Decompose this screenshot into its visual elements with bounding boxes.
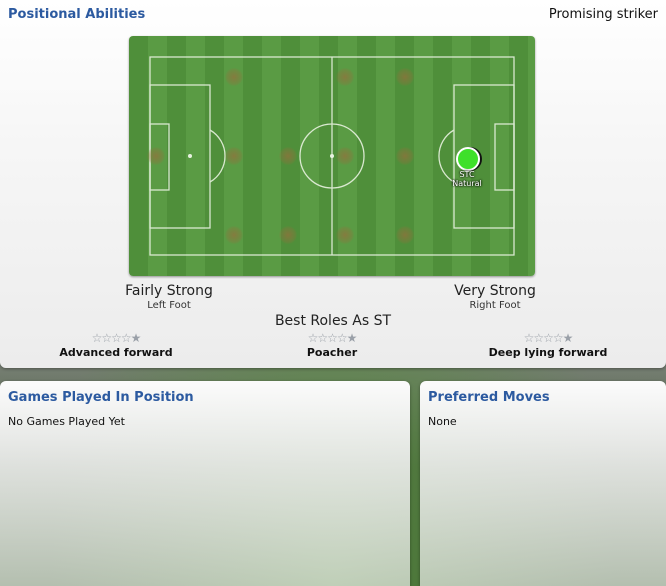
star-rating-icon: ☆☆☆☆★: [307, 331, 358, 345]
positional-abilities-panel: Positional Abilities Promising striker S…: [0, 0, 666, 368]
player-position-code: STC: [459, 170, 475, 179]
best-roles-title: Best Roles As ST: [274, 313, 392, 329]
position-marker: [279, 147, 297, 165]
player-position-rating: Natural: [452, 179, 482, 188]
right-foot-strength: Very Strong: [454, 283, 536, 299]
preferred-moves-body: None: [428, 415, 457, 428]
position-marker: [336, 226, 354, 244]
player-position-label: STC Natural: [445, 170, 489, 188]
position-marker: [279, 226, 297, 244]
position-marker: [147, 147, 165, 165]
right-foot-label: Right Foot: [469, 300, 521, 311]
role-name: Poacher: [306, 346, 358, 359]
position-marker: [225, 147, 243, 165]
position-marker: [396, 226, 414, 244]
games-played-panel: Games Played In Position No Games Played…: [0, 381, 410, 586]
role-name: Deep lying forward: [488, 346, 608, 359]
player-status: Promising striker: [548, 7, 658, 22]
left-foot-strength: Fairly Strong: [125, 283, 213, 299]
preferred-moves-panel: Preferred Moves None: [420, 381, 666, 586]
role-item[interactable]: ☆☆☆☆★ Deep lying forward: [468, 331, 628, 359]
player-position-marker[interactable]: [456, 147, 480, 171]
position-marker: [396, 147, 414, 165]
pitch-diagram: STC Natural: [129, 36, 535, 276]
role-item[interactable]: ☆☆☆☆★ Poacher: [252, 331, 412, 359]
position-marker: [336, 68, 354, 86]
position-marker: [225, 226, 243, 244]
role-item[interactable]: ☆☆☆☆★ Advanced forward: [36, 331, 196, 359]
preferred-moves-title: Preferred Moves: [428, 390, 550, 405]
role-name: Advanced forward: [59, 346, 173, 359]
games-played-title: Games Played In Position: [8, 390, 194, 405]
position-marker: [225, 68, 243, 86]
games-played-body: No Games Played Yet: [8, 415, 125, 428]
star-rating-icon: ☆☆☆☆★: [91, 331, 142, 345]
star-rating-icon: ☆☆☆☆★: [523, 331, 574, 345]
position-marker: [336, 147, 354, 165]
position-marker: [396, 68, 414, 86]
left-foot-label: Left Foot: [147, 300, 191, 311]
panel-title: Positional Abilities: [8, 7, 146, 22]
